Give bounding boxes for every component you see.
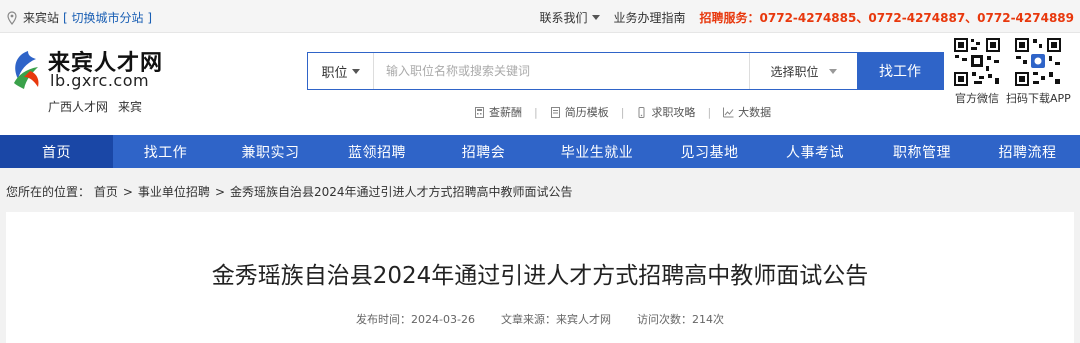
breadcrumb: 您所在的位置： 首页 > 事业单位招聘 > 金秀瑶族自治县2024年通过引进人才方式招聘… — [6, 183, 573, 200]
app-download-qr-code — [1013, 36, 1063, 88]
switch-city-link[interactable]: [ 切换城市分站 ] — [63, 9, 152, 26]
breadcrumb-home[interactable]: 首页 — [94, 185, 118, 199]
document-icon — [550, 106, 560, 118]
nav-item-part-time[interactable]: 兼职实习 — [218, 135, 323, 168]
publish-time: 发布时间：2024-03-26 — [356, 313, 475, 326]
business-guide-link[interactable]: 业务办理指南 — [614, 9, 686, 26]
top-bar: 来宾站 [ 切换城市分站 ] 联系我们 业务办理指南 招聘服务：0772-427… — [0, 0, 1080, 33]
quick-link-big-data[interactable]: 大数据 — [723, 104, 771, 120]
trend-chart-icon — [723, 107, 734, 117]
article-title: 金秀瑶族自治县2024年通过引进人才方式招聘高中教师面试公告 — [211, 263, 869, 289]
quick-link-resume-template[interactable]: 简历模板 — [550, 104, 609, 120]
app-qr-label: 扫码下载APP — [1006, 92, 1071, 105]
nav-item-find-job[interactable]: 找工作 — [113, 135, 218, 168]
search-bar: 职位 选择职位 找工作 — [307, 52, 944, 90]
nav-item-graduates[interactable]: 毕业生就业 — [536, 135, 658, 168]
position-select-label: 选择职位 — [770, 64, 819, 79]
divider: | — [620, 105, 625, 119]
search-category-label: 职位 — [321, 65, 348, 81]
logo-domain: lb.gxrc.com — [50, 71, 150, 90]
breadcrumb-separator: > — [122, 185, 133, 199]
chevron-down-icon — [591, 15, 600, 20]
wechat-qr-code — [952, 36, 1002, 88]
logo-mark-icon — [14, 51, 39, 89]
city-switcher: 来宾站 [ 切换城市分站 ] — [6, 9, 152, 26]
search-category-select[interactable]: 职位 — [308, 53, 374, 89]
top-links: 联系我们 业务办理指南 招聘服务：0772-4274885、0772-42748… — [525, 9, 1074, 26]
quick-link-label: 简历模板 — [564, 106, 609, 119]
logo-subtitle-city: 来宾 — [118, 100, 143, 114]
breadcrumb-category[interactable]: 事业单位招聘 — [138, 185, 210, 199]
logo-subtitle-network: 广西人才网 — [48, 100, 109, 114]
site-header: 来宾人才网 lb.gxrc.com 广西人才网来宾 职位 选择职位 找工作 查薪… — [0, 33, 1080, 135]
divider: | — [707, 105, 712, 119]
current-site: 来宾站 — [23, 11, 60, 25]
phone-icon — [638, 106, 645, 118]
breadcrumb-separator: > — [214, 185, 225, 199]
main-nav: 首页 找工作 兼职实习 蓝领招聘 招聘会 毕业生就业 见习基地 人事考试 职称管… — [0, 135, 1080, 168]
contact-us-menu[interactable]: 联系我们 — [539, 9, 600, 26]
calculator-icon — [475, 106, 484, 118]
visit-count: 访问次数：214次 — [636, 313, 724, 326]
article-meta: 发布时间：2024-03-26 文章来源：来宾人才网 访问次数：214次 — [6, 311, 1074, 327]
nav-item-recruit-process[interactable]: 招聘流程 — [975, 135, 1080, 168]
nav-item-personnel-exam[interactable]: 人事考试 — [761, 135, 869, 168]
nav-item-job-fair[interactable]: 招聘会 — [431, 135, 536, 168]
location-pin-icon — [7, 10, 17, 25]
quick-link-label: 求职攻略 — [651, 106, 696, 119]
divider: | — [534, 105, 538, 119]
service-hotline: 招聘服务：0772-4274885、0772-4274887、0772-4274… — [699, 11, 1074, 25]
nav-item-internship-base[interactable]: 见习基地 — [658, 135, 761, 168]
position-select[interactable]: 选择职位 — [749, 53, 857, 89]
nav-item-title-management[interactable]: 职称管理 — [869, 135, 975, 168]
quick-link-label: 查薪酬 — [489, 106, 522, 119]
quick-links: 查薪酬 | 简历模板 | 求职攻略 | 大数据 — [474, 104, 771, 120]
article-source: 文章来源：来宾人才网 — [500, 313, 611, 326]
quick-link-salary[interactable]: 查薪酬 — [474, 104, 522, 120]
article-panel: 金秀瑶族自治县2024年通过引进人才方式招聘高中教师面试公告 发布时间：2024… — [6, 212, 1074, 343]
wechat-qr-label: 官方微信 — [955, 92, 999, 105]
logo-subtitle: 广西人才网 来宾 — [48, 98, 142, 115]
contact-us-label: 联系我们 — [539, 11, 588, 25]
site-logo[interactable]: 来宾人才网 lb.gxrc.com 广西人才网 来宾 — [8, 45, 162, 123]
quick-link-label: 大数据 — [738, 106, 772, 119]
find-job-button[interactable]: 找工作 — [857, 53, 943, 89]
quick-link-job-tips[interactable]: 求职攻略 — [636, 104, 695, 120]
nav-item-home[interactable]: 首页 — [0, 135, 113, 168]
chevron-down-icon — [351, 68, 360, 74]
breadcrumb-current: 金秀瑶族自治县2024年通过引进人才方式招聘高中教师面试公告 — [230, 185, 573, 199]
nav-item-blue-collar[interactable]: 蓝领招聘 — [323, 135, 431, 168]
chevron-down-icon — [828, 68, 837, 74]
breadcrumb-prefix: 您所在的位置： — [6, 185, 91, 199]
search-input[interactable] — [374, 53, 749, 89]
